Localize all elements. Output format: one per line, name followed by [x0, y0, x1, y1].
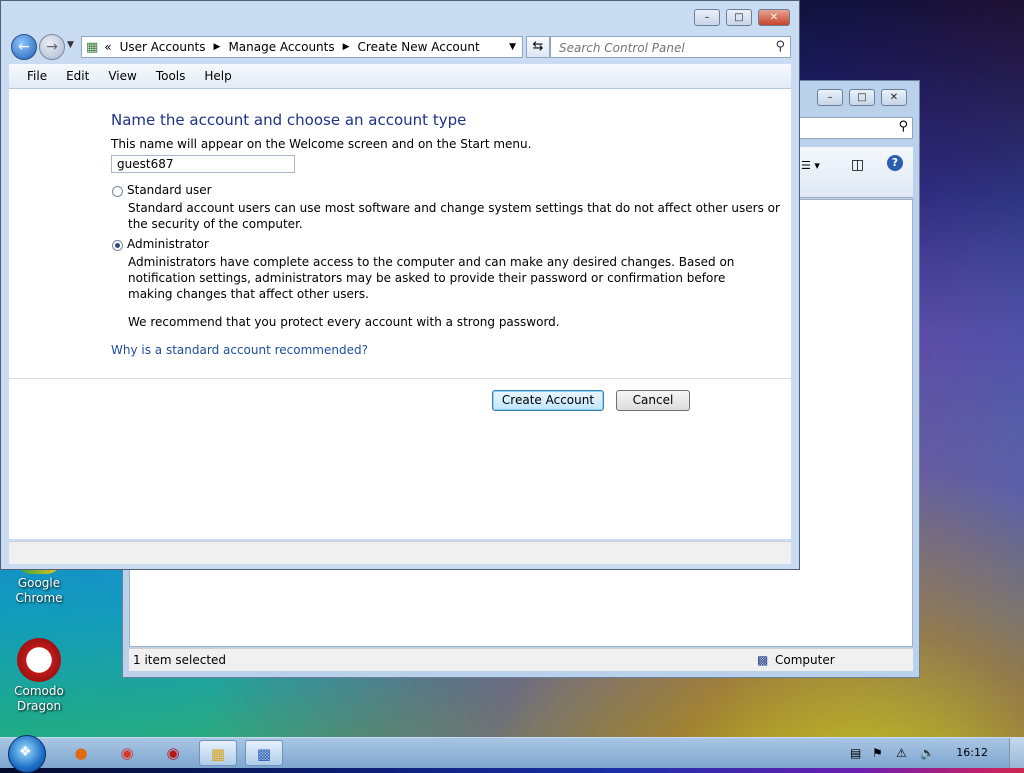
create-account-window[interactable]: – □ ✕ ← → ▼ ▦ « User Accounts ▶ Manage A…	[0, 0, 800, 570]
preview-pane-icon[interactable]: ◫	[851, 157, 864, 173]
view-dropdown-icon[interactable]: ☰ ▾	[801, 159, 820, 172]
divider	[9, 378, 791, 379]
network-warning-icon[interactable]: ⚠	[896, 746, 907, 760]
standard-account-help-link[interactable]: Why is a standard account recommended?	[111, 343, 368, 357]
breadcrumb-user-accounts[interactable]: User Accounts	[120, 40, 206, 54]
chevron-right-icon[interactable]: ▶	[343, 42, 350, 52]
desktop-icon-comodo-dragon[interactable]: Comodo Dragon	[4, 638, 74, 714]
description-line: Standard account users can use most soft…	[128, 201, 780, 215]
taskbar-chrome[interactable]: ◉	[108, 740, 146, 766]
forward-arrow-icon: →	[46, 39, 58, 55]
control-panel-icon: ▦	[86, 39, 99, 55]
document-icon[interactable]: ▤	[850, 746, 861, 760]
address-row: ← → ▼ ▦ « User Accounts ▶ Manage Account…	[9, 34, 791, 60]
administrator-radio[interactable]	[112, 240, 123, 251]
refresh-button[interactable]: ⇆	[526, 36, 550, 58]
desktop-icon-label: Comodo Dragon	[14, 684, 64, 713]
comodo-dragon-icon: ◉	[166, 744, 180, 762]
standard-user-radio[interactable]	[112, 186, 123, 197]
action-center-flag-icon[interactable]: ⚑	[872, 746, 883, 760]
status-selection-text: 1 item selected	[133, 653, 227, 667]
description-line: the security of the computer.	[128, 217, 303, 231]
desktop-icon-label: Google Chrome	[15, 576, 63, 605]
taskbar: ❖ ● ◉ ◉ ▦ ▩ ▤ ⚑ ⚠ 🔈 16:12	[0, 735, 1024, 773]
help-icon[interactable]: ?	[887, 155, 903, 171]
search-box[interactable]: ⚲	[550, 36, 791, 58]
name-instructions: This name will appear on the Welcome scr…	[111, 137, 532, 151]
administrator-description: Administrators have complete access to t…	[128, 254, 734, 302]
windows-logo-icon: ❖	[19, 744, 32, 760]
start-button[interactable]: ❖	[8, 735, 46, 773]
page-title: Name the account and choose an account t…	[111, 111, 467, 129]
administrator-label[interactable]: Administrator	[127, 237, 209, 251]
close-button[interactable]: ✕	[758, 9, 790, 26]
back-arrow-icon: ←	[18, 39, 30, 55]
menu-tools[interactable]: Tools	[156, 69, 186, 83]
taskbar-windows-explorer[interactable]: ▦	[199, 740, 237, 766]
computer-icon: ▩	[757, 653, 769, 667]
status-location-text: Computer	[775, 653, 835, 667]
window-footer	[9, 541, 791, 564]
search-icon: ⚲	[775, 39, 785, 54]
recent-pages-dropdown[interactable]: ▼	[67, 40, 74, 50]
menu-help[interactable]: Help	[204, 69, 231, 83]
description-line: Administrators have complete access to t…	[128, 255, 735, 269]
description-line: making changes that affect other users.	[128, 287, 369, 301]
menu-view[interactable]: View	[108, 69, 136, 83]
search-box[interactable]: ⚲	[791, 117, 913, 139]
control-panel-icon: ▩	[256, 745, 272, 763]
minimize-button[interactable]: –	[817, 89, 843, 106]
breadcrumb-create-new-account[interactable]: Create New Account	[358, 40, 480, 54]
content-area: Name the account and choose an account t…	[9, 89, 791, 539]
breadcrumb-overflow[interactable]: «	[104, 40, 111, 54]
search-input[interactable]	[557, 38, 761, 58]
taskbar-clock[interactable]: 16:12	[956, 746, 988, 759]
back-button[interactable]: ←	[11, 34, 37, 60]
maximize-button[interactable]: □	[849, 89, 875, 106]
account-name-input[interactable]	[111, 155, 295, 173]
firefox-icon: ●	[74, 744, 88, 762]
menu-edit[interactable]: Edit	[66, 69, 89, 83]
volume-muted-icon[interactable]: 🔈	[920, 746, 935, 760]
search-icon: ⚲	[898, 119, 908, 134]
comodo-dragon-icon	[17, 638, 61, 682]
password-recommendation: We recommend that you protect every acco…	[128, 315, 560, 329]
menu-file[interactable]: File	[27, 69, 47, 83]
chrome-icon: ◉	[120, 744, 134, 762]
taskbar-firefox[interactable]: ●	[62, 740, 100, 766]
menu-bar: File Edit View Tools Help	[9, 64, 791, 89]
standard-user-label[interactable]: Standard user	[127, 183, 212, 197]
description-line: notification settings, administrators ma…	[128, 271, 726, 285]
address-dropdown-icon[interactable]: ▼	[509, 42, 516, 52]
taskbar-comodo-dragon[interactable]: ◉	[154, 740, 192, 766]
minimize-button[interactable]: –	[694, 9, 720, 26]
standard-user-description: Standard account users can use most soft…	[128, 200, 780, 232]
taskbar-control-panel[interactable]: ▩	[245, 740, 283, 766]
create-account-button[interactable]: Create Account	[492, 390, 604, 411]
chevron-right-icon[interactable]: ▶	[214, 42, 221, 52]
breadcrumb-manage-accounts[interactable]: Manage Accounts	[228, 40, 334, 54]
address-bar[interactable]: ▦ « User Accounts ▶ Manage Accounts ▶ Cr…	[81, 36, 523, 58]
folder-icon: ▦	[210, 745, 226, 763]
cancel-button[interactable]: Cancel	[616, 390, 690, 411]
close-button[interactable]: ✕	[881, 89, 907, 106]
show-desktop-button[interactable]	[1009, 738, 1024, 768]
status-bar: 1 item selected ▩ Computer	[129, 648, 913, 671]
maximize-button[interactable]: □	[726, 9, 752, 26]
refresh-icon: ⇆	[532, 39, 544, 54]
forward-button[interactable]: →	[39, 34, 65, 60]
system-tray: ▤ ⚑ ⚠ 🔈 16:12	[844, 738, 1024, 768]
